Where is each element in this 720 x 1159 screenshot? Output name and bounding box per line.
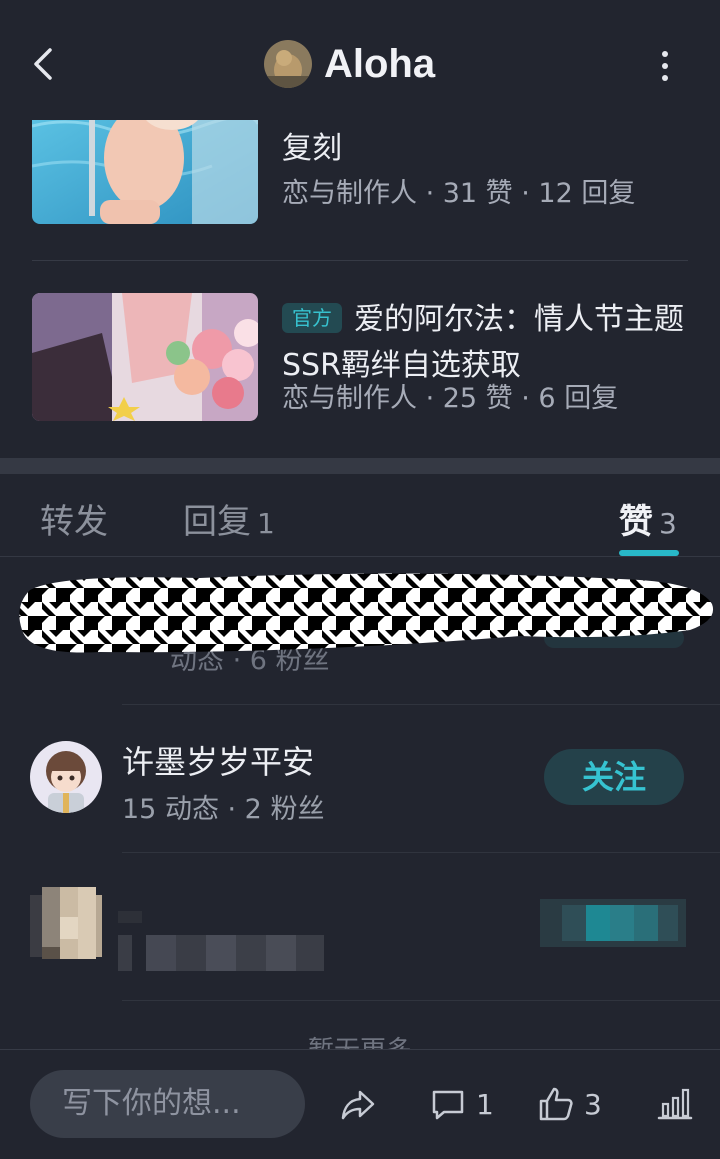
user-name[interactable]: 许墨岁岁平安 — [122, 737, 314, 783]
bottom-action-bar: 写下你的想... 1 3 — [0, 1049, 720, 1159]
article-meta: 恋与制作人 · 31 赞 · 12 回复 — [282, 178, 636, 209]
like-count: 3 — [584, 1087, 602, 1121]
user-stats: 15 动态 · 2 粉丝 — [122, 794, 325, 825]
stats-button[interactable] — [655, 1084, 695, 1124]
more-vertical-icon — [662, 51, 668, 81]
follow-button[interactable]: 关注 — [544, 749, 684, 805]
section-divider — [0, 458, 720, 474]
official-badge: 官方 — [282, 303, 342, 333]
tab-reply[interactable]: 回复 1 — [183, 494, 275, 543]
profile-header[interactable]: Aloha — [264, 38, 435, 90]
scribble-redaction — [19, 573, 714, 653]
share-button[interactable] — [338, 1084, 378, 1124]
page-title: Aloha — [324, 41, 436, 86]
like-button[interactable]: 3 — [536, 1084, 602, 1124]
pixelated-name — [118, 911, 324, 971]
thumbs-up-icon — [539, 1087, 573, 1121]
comment-icon — [432, 1090, 464, 1120]
share-icon — [341, 1090, 375, 1120]
tab-like[interactable]: 赞3 — [619, 494, 677, 543]
article-thumbnail — [32, 293, 258, 421]
avatar[interactable] — [30, 887, 102, 959]
more-button[interactable] — [650, 44, 680, 88]
back-button[interactable] — [22, 40, 66, 88]
article-card[interactable]: 官方 爱的阿尔法：情人节主题SSR羁绊自选获取 恋与制作人 · 25 赞 · 6 … — [32, 293, 688, 433]
tab-forward[interactable]: 转发 — [40, 494, 108, 543]
top-bar: Aloha — [0, 0, 720, 120]
liker-row[interactable]: 许墨岁岁平安 15 动态 · 2 粉丝 关注 — [0, 705, 720, 853]
article-title: 官方 爱的阿尔法：情人节主题SSR羁绊自选获取 — [282, 302, 684, 379]
comment-input[interactable]: 写下你的想... — [30, 1070, 305, 1138]
liker-row[interactable] — [0, 853, 720, 1001]
row-divider — [122, 1000, 720, 1001]
article-meta: 恋与制作人 · 25 赞 · 6 回复 — [282, 383, 619, 414]
post-detail-screen: 官方往昔留音：系列SSR羁绊复刻 恋与制作人 · 31 赞 · 12 回复 — [0, 0, 720, 1159]
interaction-tabs: 转发 回复 1 赞3 — [0, 474, 720, 557]
comment-button[interactable]: 1 — [428, 1084, 494, 1124]
stats-bars-icon — [657, 1088, 693, 1120]
back-arrow-icon — [34, 48, 52, 80]
avatar — [264, 40, 312, 88]
article-divider — [32, 260, 688, 261]
comment-count: 1 — [476, 1087, 494, 1121]
avatar[interactable] — [30, 741, 102, 813]
pixelated-follow-button[interactable] — [540, 893, 686, 953]
